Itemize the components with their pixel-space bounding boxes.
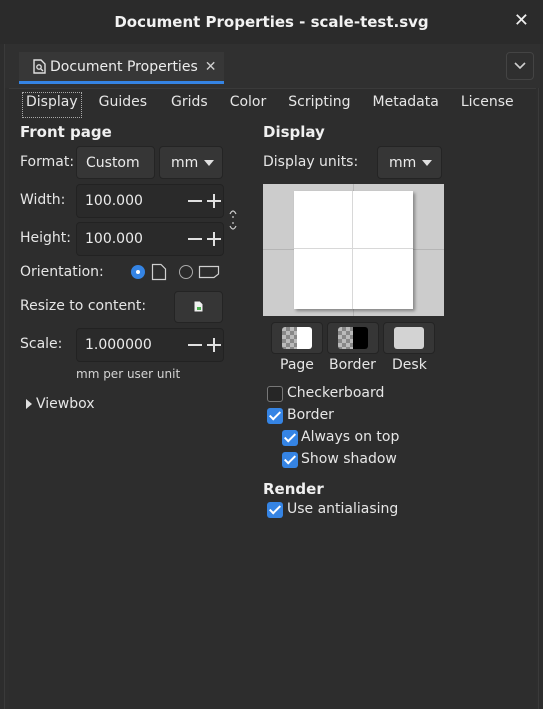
- window-titlebar: Document Properties - scale-test.svg ✕: [0, 0, 543, 44]
- plus-icon[interactable]: [205, 336, 223, 354]
- border-color-swatch: [338, 327, 368, 349]
- dock-tab-label: Document Properties: [50, 58, 198, 75]
- front-page-heading: Front page: [20, 123, 112, 141]
- display-units-value: mm: [389, 154, 417, 171]
- tab-grids[interactable]: Grids: [171, 92, 208, 118]
- format-dropdown[interactable]: Custom: [76, 146, 155, 179]
- caret-down-icon: [422, 159, 433, 166]
- format-value: Custom: [86, 154, 140, 171]
- tab-guides[interactable]: Guides: [99, 92, 147, 118]
- caret-down-icon: [204, 159, 215, 166]
- width-label: Width:: [20, 192, 66, 208]
- antialiasing-checkbox[interactable]: [267, 502, 283, 518]
- checkerboard-label[interactable]: Checkerboard: [287, 385, 384, 401]
- preview-page: [294, 191, 413, 309]
- close-icon[interactable]: ✕: [514, 11, 529, 31]
- border-checkbox[interactable]: [267, 408, 283, 424]
- resize-to-content-label: Resize to content:: [20, 298, 147, 314]
- document-properties-icon: [33, 59, 46, 74]
- width-value: 100.000: [85, 193, 143, 209]
- minus-icon[interactable]: [186, 230, 204, 248]
- display-units-dropdown[interactable]: mm: [377, 146, 442, 179]
- plus-icon[interactable]: [205, 192, 223, 210]
- expander-arrow-icon[interactable]: [26, 399, 32, 409]
- scale-label: Scale:: [20, 336, 63, 352]
- antialiasing-label[interactable]: Use antialiasing: [287, 501, 398, 517]
- notebook-tabs: Display Guides Grids Color Scripting Met…: [22, 92, 514, 118]
- page-color-label: Page: [280, 357, 314, 373]
- height-label: Height:: [20, 230, 71, 246]
- tab-scripting[interactable]: Scripting: [288, 92, 350, 118]
- minus-icon[interactable]: [186, 336, 204, 354]
- dock-menu-button[interactable]: [506, 52, 534, 80]
- orientation-label: Orientation:: [20, 264, 104, 280]
- show-shadow-label[interactable]: Show shadow: [301, 451, 397, 467]
- height-value: 100.000: [85, 231, 143, 247]
- scale-spinbutton[interactable]: 1.000000: [76, 328, 224, 362]
- always-on-top-checkbox[interactable]: [282, 430, 298, 446]
- orientation-landscape-radio[interactable]: [179, 265, 193, 279]
- dock-tabbar: Document Properties ✕: [5, 44, 540, 88]
- chevron-down-icon: [514, 62, 526, 70]
- render-heading: Render: [263, 480, 324, 498]
- window-title: Document Properties - scale-test.svg: [114, 13, 429, 31]
- height-spinbutton[interactable]: 100.000: [76, 222, 224, 256]
- orientation-portrait-radio[interactable]: [131, 265, 145, 279]
- always-on-top-label[interactable]: Always on top: [301, 429, 399, 445]
- viewbox-expander[interactable]: Viewbox: [36, 396, 95, 412]
- display-heading: Display: [263, 123, 325, 141]
- border-color-label: Border: [329, 357, 376, 373]
- format-unit-dropdown[interactable]: mm: [159, 146, 223, 179]
- scale-unit-note: mm per user unit: [76, 367, 181, 381]
- page-color-button[interactable]: [271, 322, 323, 354]
- tab-metadata[interactable]: Metadata: [373, 92, 439, 118]
- plus-icon[interactable]: [205, 230, 223, 248]
- page-color-swatch: [282, 327, 312, 349]
- landscape-page-icon: [198, 265, 220, 279]
- tab-color[interactable]: Color: [230, 92, 267, 118]
- link-chain-icon[interactable]: [228, 208, 238, 232]
- border-color-button[interactable]: [327, 322, 379, 354]
- tab-display[interactable]: Display: [22, 92, 82, 118]
- format-label: Format:: [20, 154, 75, 170]
- width-spinbutton[interactable]: 100.000: [76, 184, 224, 218]
- checkerboard-checkbox[interactable]: [267, 386, 283, 402]
- page-preview: [263, 184, 444, 316]
- border-label[interactable]: Border: [287, 407, 334, 423]
- scale-value: 1.000000: [85, 337, 152, 353]
- desk-color-button[interactable]: [383, 322, 435, 354]
- tab-license[interactable]: License: [461, 92, 514, 118]
- resize-to-content-button[interactable]: [174, 291, 223, 323]
- dock-tab-document-properties[interactable]: Document Properties ✕: [19, 52, 224, 84]
- fit-page-icon: [193, 300, 203, 313]
- minus-icon[interactable]: [186, 192, 204, 210]
- portrait-page-icon: [151, 263, 167, 281]
- desk-color-swatch: [394, 327, 424, 349]
- format-unit-value: mm: [171, 154, 199, 171]
- dock-tab-close-icon[interactable]: ✕: [205, 59, 217, 75]
- display-units-label: Display units:: [263, 154, 359, 170]
- show-shadow-checkbox[interactable]: [282, 452, 298, 468]
- desk-color-label: Desk: [392, 357, 427, 373]
